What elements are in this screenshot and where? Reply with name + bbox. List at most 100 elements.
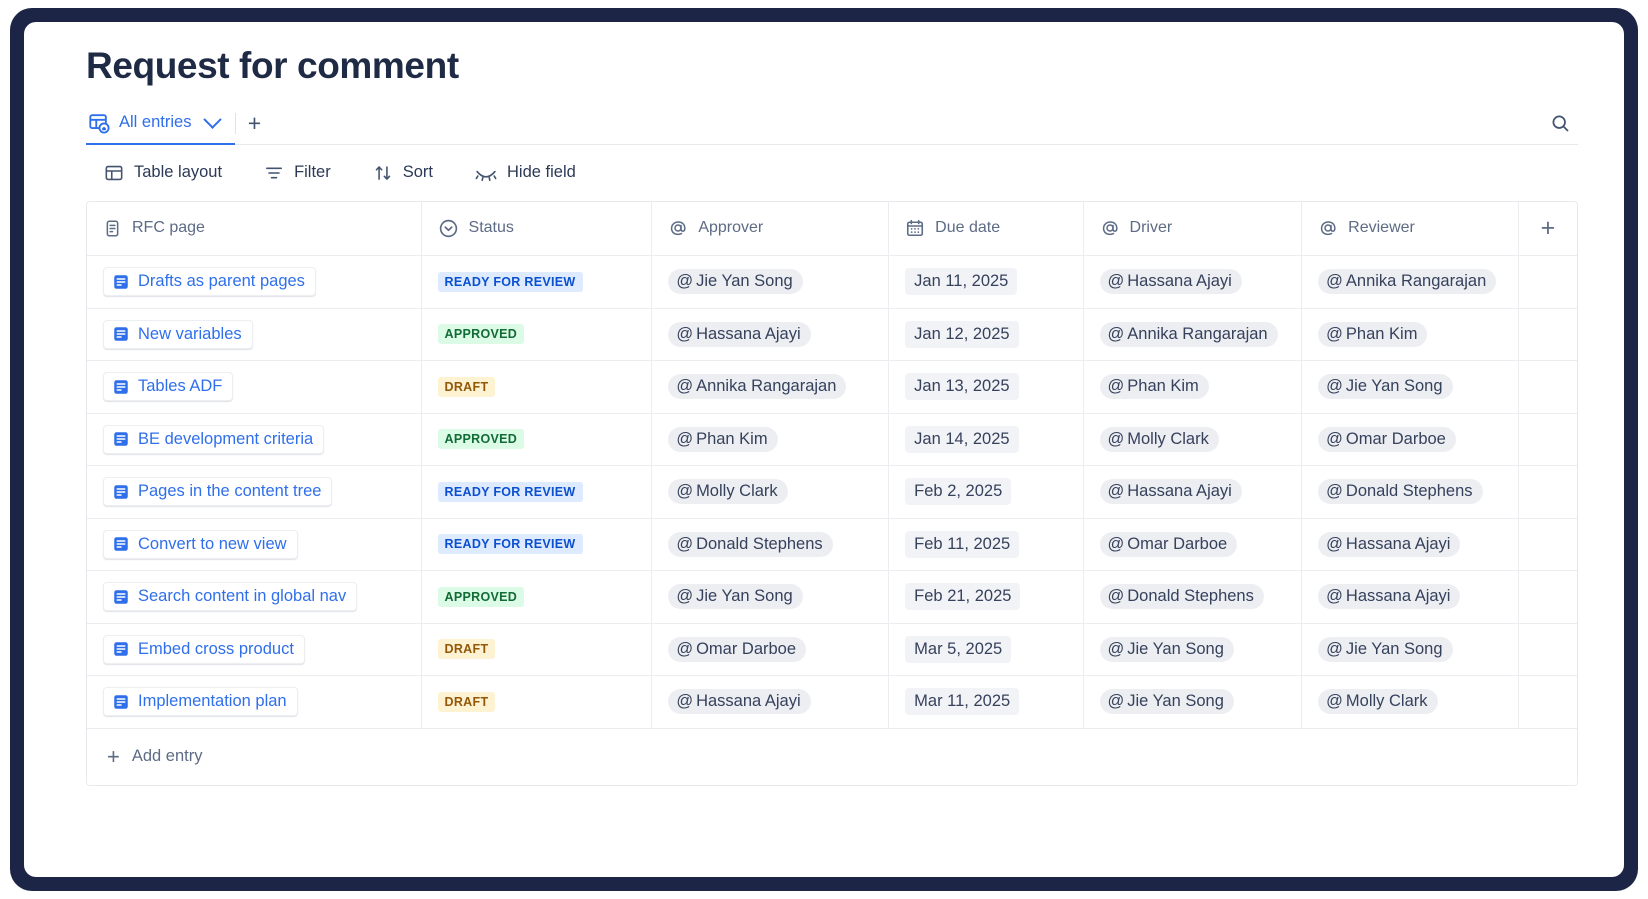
status-badge[interactable]: READY FOR REVIEW	[437, 481, 583, 502]
table-row[interactable]: Tables ADF DRAFT @ Annika Rangarajan Jan 13,…	[87, 360, 1577, 414]
date-chip[interactable]: Jan 13, 2025	[905, 373, 1019, 401]
add-column-header[interactable]: +	[1518, 201, 1577, 257]
view-tab-all-entries[interactable]: All entries	[86, 103, 236, 145]
date-chip[interactable]: Jan 11, 2025	[905, 268, 1018, 296]
page-chip[interactable]: Tables ADF	[103, 372, 234, 402]
status-badge[interactable]: APPROVED	[437, 429, 525, 450]
table-layout-button[interactable]: Table layout	[90, 157, 236, 189]
page-icon	[112, 535, 130, 553]
column-header-label: Driver	[1129, 219, 1173, 237]
page-icon	[112, 588, 130, 606]
page-chip[interactable]: Implementation plan	[103, 687, 298, 717]
mention-name: Jie Yan Song	[1345, 377, 1443, 396]
page-chip[interactable]: New variables	[103, 319, 253, 349]
status-badge[interactable]: DRAFT	[437, 376, 496, 397]
column-header-rfc-page[interactable]: RFC page	[87, 201, 422, 257]
sort-button[interactable]: Sort	[359, 157, 447, 189]
mention-chip-reviewer[interactable]: @ Phan Kim	[1318, 321, 1428, 347]
page-chip[interactable]: Search content in global nav	[103, 582, 358, 612]
date-chip[interactable]: Mar 11, 2025	[905, 688, 1020, 716]
page-chip[interactable]: Embed cross product	[103, 634, 305, 664]
status-badge[interactable]: DRAFT	[437, 691, 496, 712]
mention-chip-driver[interactable]: @ Molly Clark	[1099, 426, 1219, 452]
search-button[interactable]	[1542, 103, 1578, 145]
column-header-label: Reviewer	[1348, 219, 1415, 237]
mention-chip-approver[interactable]: @ Omar Darboe	[668, 636, 807, 662]
date-chip[interactable]: Jan 14, 2025	[905, 425, 1019, 453]
filter-button[interactable]: Filter	[250, 157, 345, 189]
page-chip[interactable]: Convert to new view	[103, 529, 298, 559]
cell-driver: @ Jie Yan Song	[1083, 623, 1303, 677]
mention-chip-approver[interactable]: @ Molly Clark	[668, 479, 788, 505]
mention-chip-approver[interactable]: @ Jie Yan Song	[668, 584, 803, 610]
mention-chip-driver[interactable]: @ Jie Yan Song	[1099, 636, 1234, 662]
chevron-down-icon[interactable]	[203, 110, 223, 130]
mention-chip-reviewer[interactable]: @ Molly Clark	[1318, 689, 1438, 715]
status-badge[interactable]: APPROVED	[437, 586, 525, 607]
page-chip[interactable]: Pages in the content tree	[103, 477, 333, 507]
mention-chip-driver[interactable]: @ Jie Yan Song	[1099, 689, 1234, 715]
hide-field-button[interactable]: Hide field	[461, 157, 590, 189]
column-header-due-date[interactable]: Due date	[888, 201, 1084, 257]
mention-chip-reviewer[interactable]: @ Annika Rangarajan	[1318, 269, 1497, 295]
column-header-reviewer[interactable]: Reviewer	[1301, 201, 1519, 257]
mention-at-icon: @	[676, 429, 694, 448]
date-chip[interactable]: Jan 12, 2025	[905, 320, 1019, 348]
table-row[interactable]: Implementation plan DRAFT @ Hassana Ajayi Ma…	[87, 675, 1577, 729]
cell-driver: @ Phan Kim	[1083, 360, 1303, 414]
table-row[interactable]: BE development criteria APPROVED @ Phan Kim…	[87, 413, 1577, 467]
status-badge[interactable]: DRAFT	[437, 639, 496, 660]
add-entry-button[interactable]: + Add entry	[87, 728, 1577, 785]
date-chip[interactable]: Feb 21, 2025	[905, 583, 1021, 611]
mention-chip-approver[interactable]: @ Hassana Ajayi	[668, 689, 811, 715]
table-row[interactable]: Search content in global nav APPROVED @ Jie…	[87, 570, 1577, 624]
hide-field-label: Hide field	[507, 163, 576, 182]
date-chip[interactable]: Feb 11, 2025	[905, 530, 1020, 558]
cell-status: DRAFT	[421, 623, 653, 677]
column-header-approver[interactable]: Approver	[651, 201, 890, 257]
table-row[interactable]: Embed cross product DRAFT @ Omar Darboe Mar …	[87, 623, 1577, 677]
mention-chip-reviewer[interactable]: @ Donald Stephens	[1318, 479, 1483, 505]
cell-rfc-page: Implementation plan	[87, 675, 422, 729]
date-chip[interactable]: Mar 5, 2025	[905, 635, 1012, 663]
mention-chip-reviewer[interactable]: @ Jie Yan Song	[1318, 374, 1453, 400]
status-badge[interactable]: READY FOR REVIEW	[437, 534, 583, 555]
table-row[interactable]: New variables APPROVED @ Hassana Ajayi Jan 1…	[87, 308, 1577, 362]
column-header-status[interactable]: Status	[421, 201, 653, 257]
add-view-button[interactable]: +	[236, 103, 272, 145]
cell-rfc-page: Convert to new view	[87, 518, 422, 572]
column-header-driver[interactable]: Driver	[1083, 201, 1303, 257]
mention-chip-reviewer[interactable]: @ Omar Darboe	[1318, 426, 1456, 452]
cell-spacer	[1518, 308, 1577, 362]
mention-chip-approver[interactable]: @ Jie Yan Song	[668, 269, 803, 295]
mention-chip-driver[interactable]: @ Donald Stephens	[1099, 584, 1264, 610]
page-chip[interactable]: BE development criteria	[103, 424, 325, 454]
add-column-button[interactable]: +	[1535, 215, 1561, 241]
cell-status: READY FOR REVIEW	[421, 465, 653, 519]
page-chip[interactable]: Drafts as parent pages	[103, 267, 316, 297]
view-tab-label: All entries	[119, 113, 192, 132]
mention-chip-driver[interactable]: @ Phan Kim	[1099, 374, 1209, 400]
mention-name: Hassana Ajayi	[1127, 272, 1232, 291]
mention-chip-approver[interactable]: @ Phan Kim	[668, 426, 778, 452]
mention-chip-driver[interactable]: @ Hassana Ajayi	[1099, 479, 1242, 505]
sort-icon	[373, 163, 393, 183]
status-badge[interactable]: APPROVED	[437, 324, 525, 345]
mention-chip-driver[interactable]: @ Annika Rangarajan	[1099, 321, 1278, 347]
mention-chip-reviewer[interactable]: @ Hassana Ajayi	[1318, 531, 1461, 557]
date-chip[interactable]: Feb 2, 2025	[905, 478, 1012, 506]
mention-chip-driver[interactable]: @ Hassana Ajayi	[1099, 269, 1242, 295]
cell-reviewer: @ Donald Stephens	[1301, 465, 1519, 519]
mention-chip-reviewer[interactable]: @ Jie Yan Song	[1318, 636, 1453, 662]
table-row[interactable]: Pages in the content tree READY FOR REVIE…	[87, 465, 1577, 519]
status-badge[interactable]: READY FOR REVIEW	[437, 271, 583, 292]
table-row[interactable]: Drafts as parent pages READY FOR REVIEW @ J…	[87, 255, 1577, 309]
mention-name: Molly Clark	[1127, 429, 1209, 448]
page-content: Request for comment All entries + Table …	[86, 45, 1578, 877]
table-row[interactable]: Convert to new view READY FOR REVIEW @ Dona…	[87, 518, 1577, 572]
mention-chip-driver[interactable]: @ Omar Darboe	[1099, 531, 1238, 557]
mention-chip-approver[interactable]: @ Hassana Ajayi	[668, 321, 811, 347]
mention-chip-approver[interactable]: @ Annika Rangarajan	[668, 374, 847, 400]
mention-chip-approver[interactable]: @ Donald Stephens	[668, 531, 833, 557]
mention-chip-reviewer[interactable]: @ Hassana Ajayi	[1318, 584, 1461, 610]
